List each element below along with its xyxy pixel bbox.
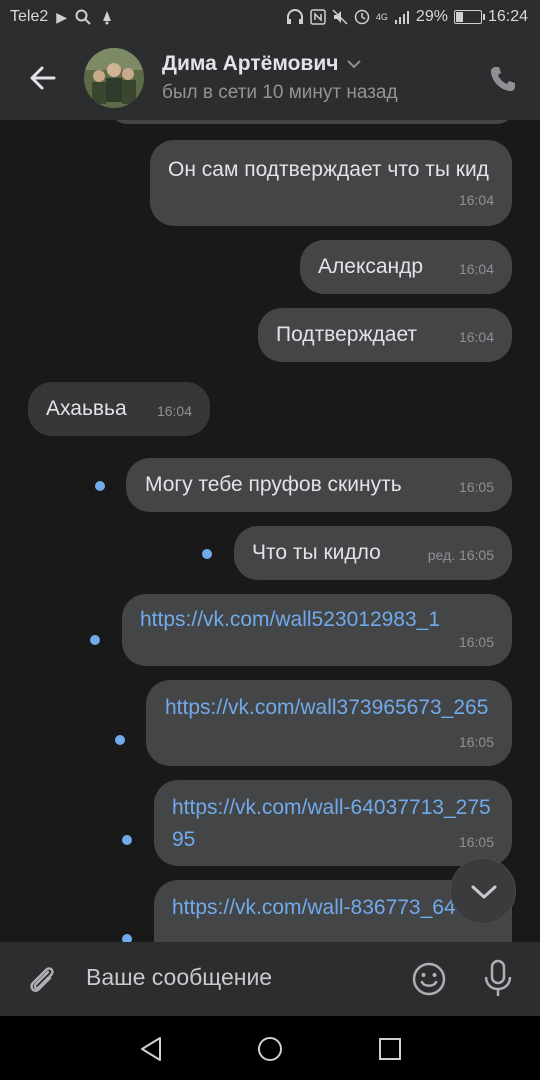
contact-name[interactable]: Дима Артёмович	[162, 52, 362, 76]
carrier-label: Tele2	[10, 8, 49, 25]
message-list[interactable]: Он сам подтверждает что ты кид 16:04 Але…	[0, 120, 540, 942]
battery-percent: 29%	[415, 8, 448, 25]
call-button[interactable]	[488, 64, 518, 94]
message-bubble[interactable]: Он сам подтверждает что ты кид 16:04	[150, 140, 512, 226]
message-time: 16:04	[458, 261, 494, 277]
nav-recents-button[interactable]	[375, 1034, 405, 1064]
message-input[interactable]: Ваше сообщение	[86, 964, 272, 991]
nfc-icon	[310, 9, 326, 25]
status-bar: Tele2 ▶ 4G 29% 16:24	[0, 0, 540, 36]
message-bubble-incoming[interactable]: Ахаьвьа 16:04	[28, 382, 210, 436]
unread-dot	[122, 835, 132, 845]
message-link[interactable]: https://vk.com/wall-64037713_27595	[172, 792, 502, 856]
contact-name-label: Дима Артёмович	[162, 52, 339, 75]
alarm-icon	[103, 11, 112, 25]
signal-icon	[394, 11, 409, 24]
search-icon	[75, 9, 91, 25]
message-bubble[interactable]: https://vk.com/wall-64037713_27595 16:05	[154, 780, 512, 866]
chevron-down-icon	[471, 885, 497, 899]
message-time: 16:05	[458, 834, 494, 850]
message-time: 16:05	[458, 634, 494, 650]
message-time: 16:05	[458, 734, 494, 750]
message-link[interactable]: https://vk.com/wall523012983_1	[140, 604, 500, 636]
message-time: 16:04	[156, 403, 192, 419]
message-time: 16:04	[458, 192, 494, 208]
unread-dot	[122, 934, 132, 942]
message-text: Александр	[318, 255, 424, 278]
clock-icon	[354, 9, 370, 25]
system-nav-bar	[0, 1016, 540, 1080]
network-label: 4G	[375, 11, 388, 22]
scroll-down-button[interactable]	[450, 858, 516, 924]
nav-home-button[interactable]	[255, 1034, 285, 1064]
message-bubble[interactable]: Могу тебе пруфов скинуть 16:05	[126, 458, 512, 512]
microphone-icon	[484, 959, 512, 996]
voice-message-button[interactable]	[480, 958, 516, 998]
avatar-image	[84, 48, 144, 108]
compose-bar: Ваше сообщение	[0, 942, 540, 1016]
message-bubble[interactable]: Александр 16:04	[300, 240, 512, 294]
message-bubble[interactable]: https://vk.com/wall373965673_265 16:05	[146, 680, 512, 766]
square-recents-icon	[379, 1038, 401, 1060]
chevron-down-icon	[347, 60, 362, 69]
play-icon: ▶	[56, 8, 68, 25]
contact-status: был в сети 10 минут назад	[162, 82, 398, 103]
message-text: Ахаьвьа	[46, 397, 127, 420]
headphones-icon	[286, 9, 303, 24]
message-text: Что ты кидло	[252, 541, 381, 564]
smile-icon	[412, 962, 446, 996]
back-arrow-icon	[30, 66, 56, 90]
message-bubble-partial[interactable]	[110, 120, 514, 124]
message-time: 16:05	[458, 479, 494, 495]
unread-dot	[202, 549, 212, 559]
triangle-back-icon	[141, 1037, 161, 1061]
unread-dot	[90, 635, 100, 645]
unread-dot	[115, 735, 125, 745]
chat-header: Дима Артёмович был в сети 10 минут назад	[0, 36, 540, 120]
message-bubble[interactable]: Что ты кидло ред. 16:05	[234, 526, 512, 580]
message-bubble[interactable]: Подтверждает 16:04	[258, 308, 512, 362]
unread-dot	[95, 481, 105, 491]
emoji-button[interactable]	[410, 960, 448, 998]
message-time: 16:04	[458, 329, 494, 345]
message-text: Он сам подтверждает что ты кид	[168, 158, 489, 181]
nav-back-button[interactable]	[136, 1034, 166, 1064]
message-link[interactable]: https://vk.com/wall373965673_265	[165, 692, 505, 724]
paperclip-icon	[30, 967, 54, 992]
clock-time: 16:24	[487, 8, 528, 25]
message-text: Подтверждает	[276, 323, 418, 346]
message-time: ред. 16:05	[427, 547, 494, 563]
message-bubble[interactable]: https://vk.com/wall523012983_1 16:05	[122, 594, 512, 666]
mute-icon	[332, 9, 348, 25]
battery-icon	[453, 10, 485, 24]
phone-icon	[491, 67, 515, 91]
message-text: Могу тебе пруфов скинуть	[145, 473, 402, 496]
avatar[interactable]	[84, 48, 144, 108]
back-button[interactable]	[24, 58, 64, 98]
circle-home-icon	[258, 1037, 282, 1061]
attach-button[interactable]	[24, 962, 60, 998]
